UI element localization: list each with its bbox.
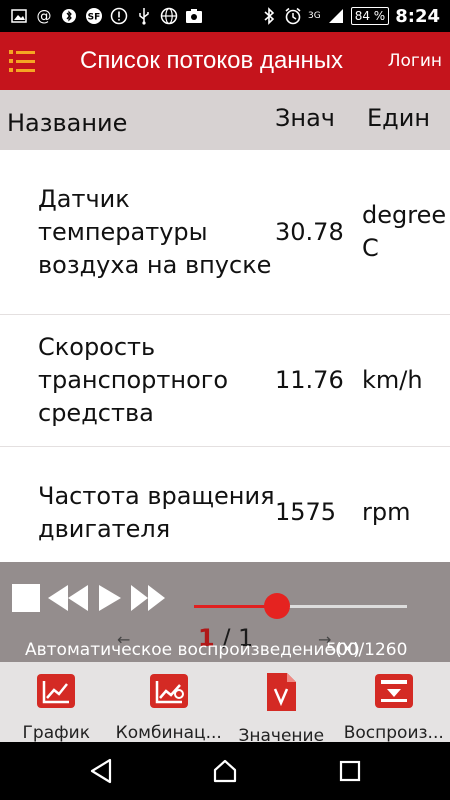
row-value: 30.78 — [275, 217, 344, 246]
menu-icon[interactable] — [0, 32, 44, 90]
graph-label: График — [22, 723, 90, 742]
row-unit: rpm — [362, 498, 411, 526]
column-header-unit[interactable]: Един — [365, 104, 450, 136]
alert-icon — [110, 7, 128, 25]
app-bar: Список потоков данных Логин — [0, 32, 450, 90]
play-icon[interactable] — [97, 582, 123, 618]
slider-thumb[interactable] — [264, 593, 291, 619]
table-row[interactable]: Датчик температуры воздуха на впуске 30.… — [0, 150, 450, 315]
value-label: Значение — [238, 726, 325, 742]
sf-icon: SF — [85, 7, 103, 25]
system-nav-bar — [0, 742, 450, 800]
playback-icon — [372, 672, 416, 709]
combination-button[interactable]: Комбинац... — [113, 662, 226, 742]
camera-icon — [185, 7, 203, 25]
svg-text:SF: SF — [88, 13, 101, 23]
alarm-icon — [284, 7, 302, 25]
row-name: Датчик температуры воздуха на впуске — [38, 184, 272, 279]
home-icon[interactable] — [211, 757, 239, 785]
status-bar: @ SF 3G 84 % 8:24 — [0, 0, 450, 32]
row-value: 11.76 — [275, 366, 344, 394]
bluetooth-alt-icon — [60, 7, 78, 25]
status-right-icons: 3G 84 % 8:24 — [260, 6, 450, 27]
table-row[interactable]: Скорость транспортного средства 11.76 km… — [0, 315, 450, 447]
globe-icon — [160, 7, 178, 25]
autoplay-toggle[interactable]: Автоматическое воспроизведение(X) — [25, 640, 360, 660]
bluetooth-icon — [260, 7, 278, 25]
image-icon — [10, 7, 28, 25]
line-chart-icon — [34, 672, 78, 709]
combined-chart-icon — [147, 672, 191, 709]
at-icon: @ — [36, 7, 52, 25]
status-clock: 8:24 — [395, 5, 440, 27]
bottom-toolbar: График Комбинац... Значение Воспроиз... — [0, 662, 450, 742]
combination-label: Комбинац... — [115, 723, 222, 742]
row-name: Частота вращения двигателя — [38, 481, 275, 543]
status-left-icons: @ SF — [0, 7, 203, 25]
playback-button[interactable]: Воспроиз... — [338, 662, 450, 742]
login-button[interactable]: Логин — [388, 51, 442, 71]
row-value: 1575 — [275, 498, 337, 526]
table-row[interactable]: Частота вращения двигателя 1575 rpm — [0, 447, 450, 562]
table-header: Название Знач Един — [0, 90, 450, 150]
value-button[interactable]: Значение — [225, 662, 338, 742]
fast-forward-icon[interactable] — [129, 582, 167, 618]
usb-icon — [135, 7, 153, 25]
playback-panel: ← 1 / 1 → 500/1260 Автоматическое воспро… — [0, 562, 450, 662]
playback-label: Воспроиз... — [343, 723, 444, 742]
signal-icon — [327, 7, 345, 25]
column-header-name[interactable]: Название — [0, 103, 275, 137]
column-header-value[interactable]: Знач — [275, 104, 365, 136]
row-unit: km/h — [362, 366, 423, 394]
page-title: Список потоков данных — [80, 47, 344, 74]
row-name: Скорость транспортного средства — [38, 333, 229, 427]
rewind-icon[interactable] — [46, 582, 90, 618]
stop-icon[interactable] — [12, 584, 40, 612]
graph-button[interactable]: График — [0, 662, 113, 742]
row-unit: degree C — [362, 201, 447, 262]
recents-icon[interactable] — [336, 757, 364, 785]
battery-indicator: 84 % — [350, 7, 390, 25]
back-icon[interactable] — [87, 757, 115, 785]
value-document-icon — [259, 672, 303, 712]
playback-slider[interactable] — [194, 605, 407, 608]
network-type: 3G — [308, 10, 321, 21]
data-stream-list[interactable]: Датчик температуры воздуха на впуске 30.… — [0, 150, 450, 562]
